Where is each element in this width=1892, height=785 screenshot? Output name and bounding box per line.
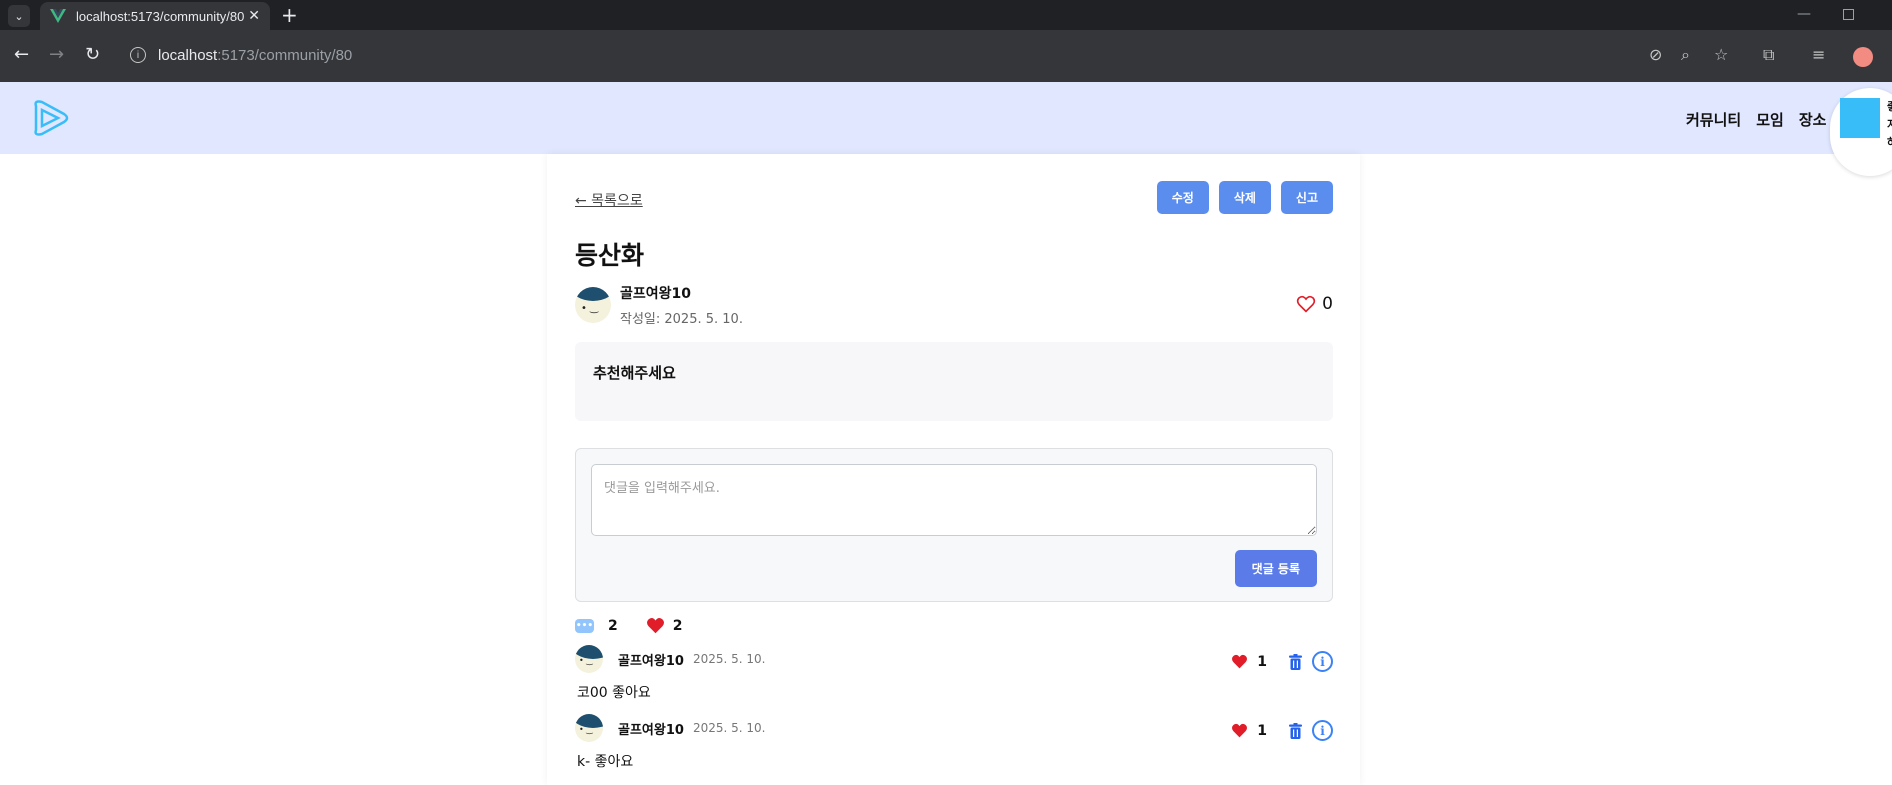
comment-count: 2 xyxy=(608,617,618,634)
author-avatar: • ‿ xyxy=(575,287,611,323)
zoom-icon[interactable]: ⌕ xyxy=(1681,47,1690,63)
heart-filled-icon[interactable] xyxy=(1231,723,1248,738)
post-title: 등산화 xyxy=(575,241,645,270)
extensions-puzzle-icon[interactable]: ⧉ xyxy=(1763,47,1774,63)
total-like-count: 2 xyxy=(672,617,683,634)
comment-like-count: 1 xyxy=(1257,722,1267,739)
browser-profile-avatar[interactable] xyxy=(1853,47,1873,67)
info-icon[interactable]: i xyxy=(1312,651,1333,672)
tab-close-icon[interactable]: ✕ xyxy=(248,8,260,24)
nav-community[interactable]: 커뮤니티 xyxy=(1686,109,1741,130)
comment-author: 골프여왕10 xyxy=(618,722,684,738)
edit-button[interactable]: 수정 xyxy=(1156,181,1209,214)
post-action-buttons: 수정 삭제 신고 xyxy=(1156,181,1333,214)
tab-title: localhost:5173/community/80 xyxy=(76,8,245,24)
comment-item: • ‿ 골프여왕10 2025. 5. 10. k- 좋아요 1 i xyxy=(575,714,1333,774)
post-date: 작성일: 2025. 5. 10. xyxy=(620,312,743,327)
address-bar[interactable]: i localhost:5173/community/80 xyxy=(122,37,1762,73)
comment-text: k- 좋아요 xyxy=(577,754,634,770)
url-path: :5173/community/80 xyxy=(217,46,353,64)
comment-text: 코00 좋아요 xyxy=(577,685,651,701)
heart-outline-icon[interactable] xyxy=(1296,295,1316,313)
window-restore-icon[interactable] xyxy=(1843,9,1854,20)
heart-filled-icon[interactable] xyxy=(1231,654,1248,669)
eye-off-icon[interactable]: ⊘ xyxy=(1649,47,1662,63)
comment-actions: 1 i xyxy=(1231,720,1333,741)
media-queue-icon[interactable]: ≡ xyxy=(1812,47,1825,63)
comment-submit-button[interactable]: 댓글 등록 xyxy=(1234,550,1317,587)
comment-like-count: 1 xyxy=(1257,653,1267,670)
user-card-text: 좋 지 하 xyxy=(1887,98,1892,152)
author-meta: 골프여왕10 작성일: 2025. 5. 10. xyxy=(620,283,743,327)
comment-date: 2025. 5. 10. xyxy=(692,721,766,735)
app-logo-icon[interactable] xyxy=(28,96,72,140)
comment-item: • ‿ 골프여왕10 2025. 5. 10. 코00 좋아요 1 i xyxy=(575,645,1333,705)
user-profile-card[interactable]: 좋 지 하 xyxy=(1830,88,1892,176)
comment-author: 골프여왕10 xyxy=(618,653,684,669)
author-name: 골프여왕10 xyxy=(620,286,692,302)
user-card-line: 하 xyxy=(1887,134,1892,152)
main-nav: 커뮤니티 모임 장소 xyxy=(1686,109,1826,130)
forward-arrow-icon[interactable]: → xyxy=(49,46,64,64)
comment-header: • ‿ 골프여왕10 2025. 5. 10. xyxy=(575,645,1333,673)
post-author: • ‿ 골프여왕10 작성일: 2025. 5. 10. xyxy=(575,283,743,327)
back-arrow-icon[interactable]: ← xyxy=(14,46,29,64)
user-avatar xyxy=(1840,98,1880,138)
browser-tab[interactable]: localhost:5173/community/80 ✕ xyxy=(40,2,270,30)
comment-bubble-icon: ••• xyxy=(575,618,594,633)
vue-favicon-icon xyxy=(50,9,66,23)
nav-place[interactable]: 장소 xyxy=(1799,109,1827,130)
browser-tab-bar: ⌄ localhost:5173/community/80 ✕ + — xyxy=(0,0,1892,30)
post-stats: ••• 2 2 xyxy=(575,617,683,634)
url-text: localhost:5173/community/80 xyxy=(158,47,352,64)
url-host: localhost xyxy=(158,46,218,64)
window-minimize-icon[interactable]: — xyxy=(1797,6,1811,22)
post-like-count: 0 xyxy=(1322,294,1333,314)
trash-icon[interactable] xyxy=(1288,722,1303,739)
trash-icon[interactable] xyxy=(1288,653,1303,670)
back-to-list-link[interactable]: ← 목록으로 xyxy=(575,190,643,210)
tab-list-chevron-icon[interactable]: ⌄ xyxy=(8,5,30,27)
comment-date: 2025. 5. 10. xyxy=(692,652,766,666)
comment-form: 댓글 등록 xyxy=(575,448,1333,602)
site-info-icon[interactable]: i xyxy=(130,47,146,63)
app-header: 커뮤니티 모임 장소 좋 지 하 xyxy=(0,82,1892,176)
browser-toolbar: ← → ↻ i localhost:5173/community/80 ⊘ ⌕ … xyxy=(0,30,1892,82)
comment-input[interactable] xyxy=(591,464,1317,536)
delete-button[interactable]: 삭제 xyxy=(1218,181,1271,214)
reload-icon[interactable]: ↻ xyxy=(85,46,100,64)
comment-author-avatar: • ‿ xyxy=(575,714,603,742)
bookmark-star-icon[interactable]: ☆ xyxy=(1714,47,1728,63)
user-card-line: 지 xyxy=(1887,116,1892,134)
new-tab-plus-icon[interactable]: + xyxy=(281,3,298,27)
post-body: 추천해주세요 xyxy=(575,342,1333,421)
comment-actions: 1 i xyxy=(1231,651,1333,672)
report-button[interactable]: 신고 xyxy=(1280,181,1333,214)
user-card-line: 좋 xyxy=(1887,98,1892,116)
nav-meetup[interactable]: 모임 xyxy=(1756,109,1784,130)
heart-filled-icon xyxy=(646,618,664,634)
post-detail-container: ← 목록으로 수정 삭제 신고 등산화 • ‿ 골프여왕10 작성일: 2025… xyxy=(547,154,1360,785)
post-like[interactable]: 0 xyxy=(1296,294,1333,314)
comment-header: • ‿ 골프여왕10 2025. 5. 10. xyxy=(575,714,1333,742)
info-icon[interactable]: i xyxy=(1312,720,1333,741)
comment-author-avatar: • ‿ xyxy=(575,645,603,673)
